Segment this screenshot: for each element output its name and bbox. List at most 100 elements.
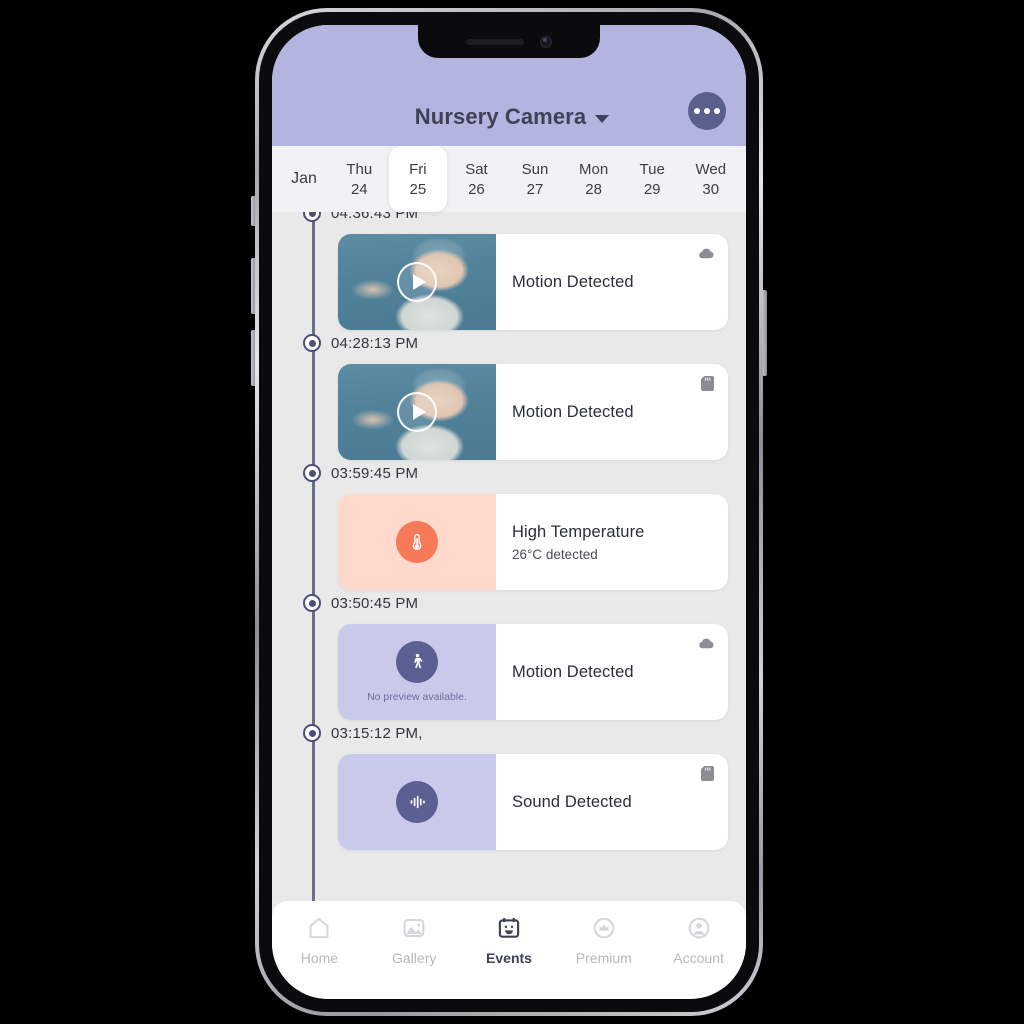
bottom-navigation[interactable]: Home Gallery Events Premium Account (272, 901, 746, 999)
event-title: Sound Detected (512, 792, 632, 811)
motion-walk-icon (396, 641, 438, 683)
more-dot (694, 108, 700, 114)
event-timestamp: 03:15:12 PM, (331, 724, 423, 742)
timeline-event: 04:28:13 PM Motion Detected (294, 330, 746, 460)
date-cell-wed-30[interactable]: Wed 30 (681, 146, 740, 212)
event-card-body: Sound Detected (496, 754, 728, 850)
event-title: High Temperature (512, 522, 645, 541)
event-header: 03:50:45 PM (294, 590, 746, 616)
date-cell-mon-28[interactable]: Mon 28 (564, 146, 623, 212)
nav-label: Home (300, 950, 339, 966)
account-person-icon (684, 913, 714, 943)
play-icon[interactable] (397, 392, 437, 432)
cloud-icon (698, 636, 714, 654)
date-cell-thu-24[interactable]: Thu 24 (330, 146, 389, 212)
phone-screen: Nursery Camera Jan Thu 24 Fri 25 Sat 26 Sun 27 M… (272, 25, 746, 999)
phone-notch (418, 25, 600, 58)
timeline-event: 03:50:45 PM No preview available. Motion D… (294, 590, 746, 720)
nav-label: Account (673, 950, 724, 966)
date-dow: Wed (695, 160, 727, 178)
screenshot-stage: Nursery Camera Jan Thu 24 Fri 25 Sat 26 Sun 27 M… (0, 0, 1024, 1024)
thermometer-icon (396, 521, 438, 563)
earpiece-speaker (466, 38, 524, 45)
event-header: 04:28:13 PM (294, 330, 746, 356)
timeline-dot (303, 724, 321, 742)
sd-card-icon (701, 376, 714, 396)
event-card-body: Motion Detected (496, 624, 728, 720)
events-timeline[interactable]: 04:36:43 PM Motion Detected 04:28:13 PM Mot… (272, 212, 746, 901)
date-dow: Tue (639, 160, 665, 178)
date-number: 26 (468, 180, 485, 198)
gallery-icon (399, 913, 429, 943)
date-number: 24 (350, 180, 368, 198)
event-card-body: Motion Detected (496, 364, 728, 460)
nav-item-premium[interactable]: Premium (556, 913, 651, 966)
date-number: 27 (526, 180, 544, 198)
date-dow: Sat (465, 160, 488, 178)
date-number: 25 (409, 180, 427, 198)
temperature-tile (338, 494, 496, 590)
nav-item-account[interactable]: Account (651, 913, 746, 966)
event-timestamp: 04:28:13 PM (331, 334, 419, 352)
timeline-dot (303, 334, 321, 352)
phone-bezel: Nursery Camera Jan Thu 24 Fri 25 Sat 26 Sun 27 M… (259, 12, 759, 1012)
more-dot (714, 108, 720, 114)
timeline-dot (303, 464, 321, 482)
event-title: Motion Detected (512, 402, 634, 421)
nav-item-gallery[interactable]: Gallery (367, 913, 462, 966)
event-timestamp: 04:36:43 PM (331, 212, 419, 222)
motion-tile: No preview available. (338, 624, 496, 720)
calendar-smile-icon (494, 913, 524, 943)
more-dot (704, 108, 710, 114)
nav-label: Premium (575, 950, 632, 966)
event-card[interactable]: Motion Detected (338, 364, 728, 460)
event-subtitle: 26°C detected (512, 546, 598, 562)
event-header: 03:59:45 PM (294, 460, 746, 486)
event-timestamp: 03:50:45 PM (331, 594, 419, 612)
date-cell-tue-29[interactable]: Tue 29 (623, 146, 682, 212)
chevron-down-icon[interactable] (595, 115, 610, 123)
date-cell-sun-27[interactable]: Sun 27 (506, 146, 565, 212)
event-card[interactable]: No preview available. Motion Detected (338, 624, 728, 720)
front-camera-icon (540, 35, 552, 48)
date-dow: Sun (521, 160, 549, 178)
timeline-dot (303, 594, 321, 612)
month-label: Jan (291, 170, 317, 187)
date-cell-sat-26[interactable]: Sat 26 (447, 146, 506, 212)
date-number: 29 (643, 180, 661, 198)
video-thumbnail[interactable] (338, 234, 496, 330)
nav-label: Events (486, 950, 532, 966)
event-header: 03:15:12 PM, (294, 720, 746, 746)
event-title: Motion Detected (512, 662, 634, 681)
date-dow: Fri (409, 160, 427, 178)
no-preview-label: No preview available. (367, 691, 467, 703)
timeline-dot (303, 212, 321, 222)
event-card[interactable]: Sound Detected (338, 754, 728, 850)
sound-tile (338, 754, 496, 850)
date-strip[interactable]: Jan Thu 24 Fri 25 Sat 26 Sun 27 Mon 28 Tue 29 Wed 30 (272, 146, 746, 212)
date-cell-container: Thu 24 Fri 25 Sat 26 Sun 27 Mon 28 Tue 29 Wed 30 (330, 146, 740, 212)
camera-selector[interactable]: Nursery Camera (292, 104, 688, 130)
cloud-icon (698, 246, 714, 264)
event-timestamp: 03:59:45 PM (331, 464, 419, 482)
date-cell-fri-25[interactable]: Fri 25 (388, 146, 448, 212)
sd-card-icon (701, 766, 714, 786)
event-card-body: High Temperature 26°C detected (496, 494, 728, 590)
more-options-button[interactable] (688, 92, 726, 130)
phone-frame: Nursery Camera Jan Thu 24 Fri 25 Sat 26 Sun 27 M… (255, 8, 763, 1016)
event-card[interactable]: High Temperature 26°C detected (338, 494, 728, 590)
event-card-body: Motion Detected (496, 234, 728, 330)
timeline-event: 03:59:45 PM High Temperature 26°C detected (294, 460, 746, 590)
event-list: 04:36:43 PM Motion Detected 04:28:13 PM Mot… (294, 212, 746, 850)
home-icon (304, 913, 334, 943)
video-thumbnail[interactable] (338, 364, 496, 460)
event-card[interactable]: Motion Detected (338, 234, 728, 330)
event-header: 04:36:43 PM (294, 212, 746, 226)
nav-item-home[interactable]: Home (272, 913, 367, 966)
date-dow: Thu (346, 160, 373, 178)
nav-item-events[interactable]: Events (462, 913, 557, 966)
timeline-event: 04:36:43 PM Motion Detected (294, 212, 746, 330)
timeline-event: 03:15:12 PM, Sound Detected (294, 720, 746, 850)
play-icon[interactable] (397, 262, 437, 302)
premium-crown-icon (589, 913, 619, 943)
